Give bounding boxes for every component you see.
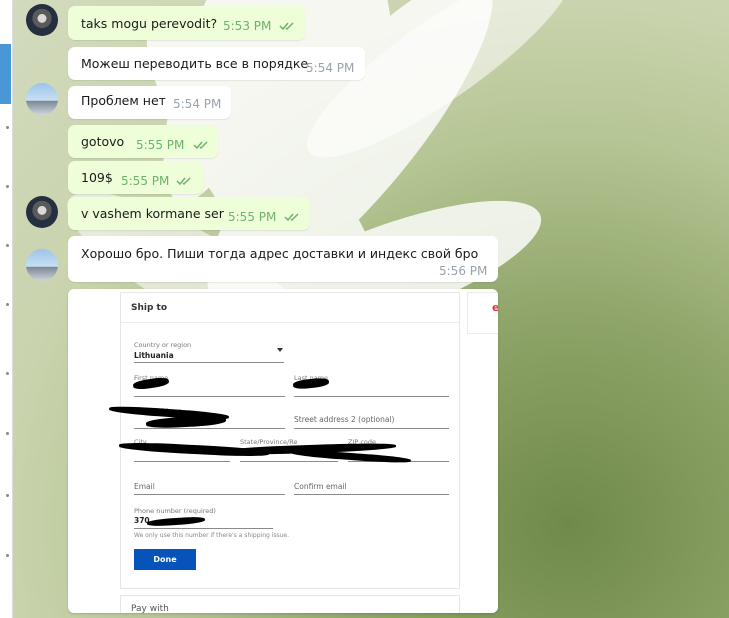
message-bubble-incoming[interactable]: Хорошо бро. Пиши тогда адрес доставки и … <box>68 236 498 282</box>
message-bubble-outgoing[interactable]: taks mogu perevodit? 5:53 PM <box>68 6 305 40</box>
brand-letter: e <box>492 301 498 314</box>
double-check-icon <box>279 22 294 31</box>
message-bubble-outgoing[interactable]: 109$ 5:55 PM <box>68 161 203 194</box>
message-time: 5:55 PM <box>228 210 277 224</box>
message-time: 5:53 PM <box>223 19 272 33</box>
message-text: Проблем нет <box>81 93 166 108</box>
field-underline <box>134 362 284 363</box>
phone-note: We only use this number if there's a shi… <box>134 532 290 539</box>
message-bubble-incoming[interactable]: Проблем нет 5:54 PM <box>68 86 231 119</box>
sidebar-marker <box>6 303 9 306</box>
message-bubble-outgoing[interactable]: gotovo 5:55 PM <box>68 125 218 158</box>
phone-label: Phone number (required) <box>134 507 216 515</box>
confirm-email-underline <box>294 494 449 495</box>
double-check-icon <box>193 141 208 150</box>
state-field[interactable] <box>240 461 338 462</box>
contact-avatar[interactable] <box>26 249 58 281</box>
street2-underline <box>294 428 449 429</box>
confirm-email-field[interactable]: Confirm email <box>294 482 347 491</box>
sidebar-marker <box>6 126 9 129</box>
side-panel-fragment: e <box>467 292 498 334</box>
image-attachment[interactable]: e Ship to Country or region Lithuania Fi… <box>68 289 498 613</box>
message-bubble-incoming[interactable]: Можеш переводить все в порядке 5:54 PM <box>68 47 365 80</box>
message-text: Хорошо бро. Пиши тогда адрес доставки и … <box>81 246 479 261</box>
country-select[interactable]: Lithuania <box>134 351 174 360</box>
message-bubble-outgoing[interactable]: v vashem kormane ser 5:55 PM <box>68 197 310 230</box>
first-name-field[interactable] <box>134 396 285 397</box>
message-time: 5:55 PM <box>121 174 170 188</box>
message-text: v vashem kormane ser <box>81 206 224 221</box>
email-underline <box>134 494 285 495</box>
sender-avatar[interactable] <box>26 196 58 228</box>
form-title: Ship to <box>131 303 168 313</box>
redaction-scribble <box>145 414 227 430</box>
double-check-icon <box>284 213 299 222</box>
chevron-down-icon[interactable] <box>277 348 283 352</box>
phone-underline <box>134 528 273 529</box>
city-field[interactable] <box>134 461 230 462</box>
email-field[interactable]: Email <box>134 482 155 491</box>
sidebar-marker <box>6 185 9 188</box>
message-time: 5:54 PM <box>173 97 222 111</box>
form-divider <box>121 322 459 323</box>
redaction-scribble <box>146 515 206 528</box>
sidebar-marker <box>6 494 9 497</box>
street2-field[interactable]: Street address 2 (optional) <box>294 415 394 424</box>
active-chat-indicator <box>0 44 11 104</box>
payment-section: Pay with <box>120 595 460 613</box>
last-name-field[interactable] <box>294 396 449 397</box>
message-text: 109$ <box>81 170 113 185</box>
country-label: Country or region <box>134 341 192 349</box>
sidebar-marker <box>6 372 9 375</box>
message-time: 5:54 PM <box>306 61 355 75</box>
double-check-icon <box>176 177 191 186</box>
message-text: Можеш переводить все в порядке <box>81 56 309 71</box>
sidebar-marker <box>6 554 9 557</box>
message-text: gotovo <box>81 134 125 149</box>
pay-with-label: Pay with <box>131 604 169 613</box>
message-text: taks mogu perevodit? <box>81 16 218 31</box>
sidebar-marker <box>6 432 9 435</box>
shipping-form: Ship to Country or region Lithuania Firs… <box>108 292 460 589</box>
message-time: 5:56 PM <box>439 264 488 278</box>
message-time: 5:55 PM <box>136 138 185 152</box>
street-field[interactable] <box>134 428 285 429</box>
sender-avatar[interactable] <box>26 4 58 36</box>
contact-avatar[interactable] <box>26 83 58 115</box>
done-button[interactable]: Done <box>134 549 196 570</box>
sidebar-marker <box>6 244 9 247</box>
chat-list-sidebar[interactable] <box>0 0 13 618</box>
